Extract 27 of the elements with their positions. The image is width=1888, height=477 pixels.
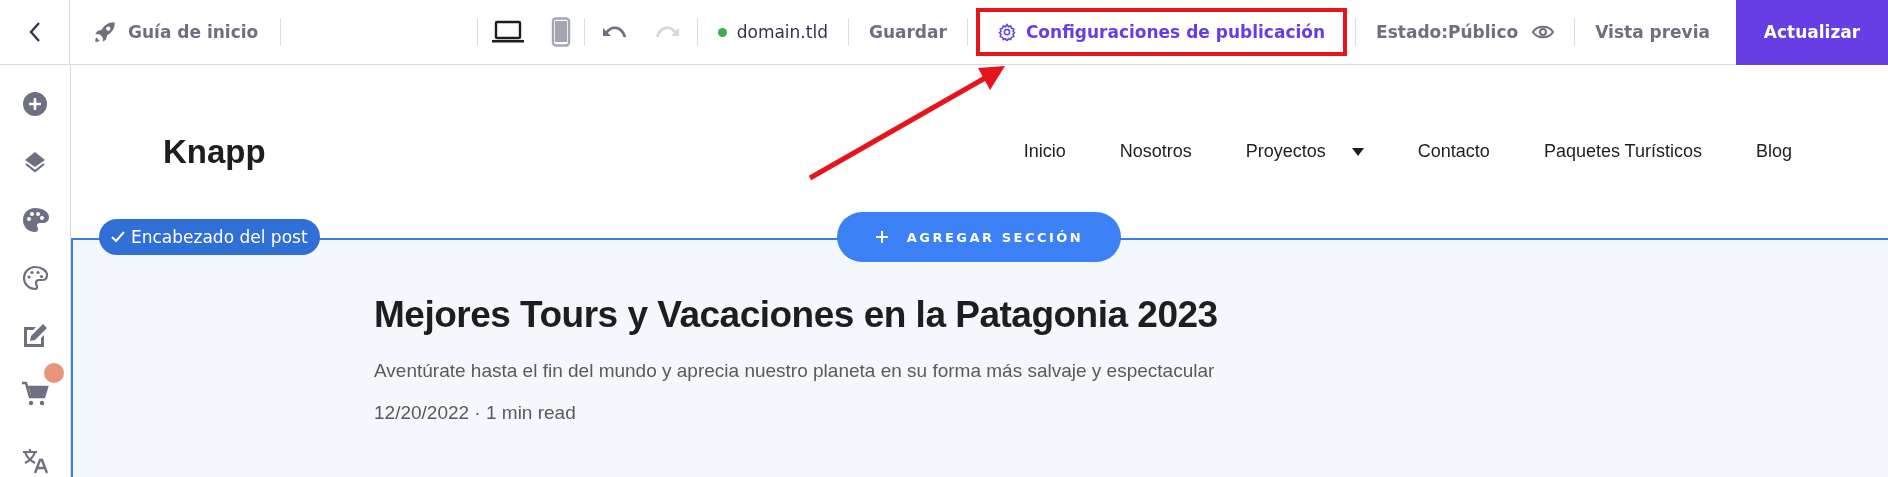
nav-link[interactable]: Inicio: [1023, 141, 1066, 162]
settings-icon: [997, 23, 1016, 41]
guide-button[interactable]: Guía de inicio: [70, 19, 281, 45]
phone-icon: [550, 17, 571, 47]
nav-link[interactable]: Nosotros: [1119, 141, 1192, 162]
publish-settings-button[interactable]: Configuraciones de publicación: [975, 8, 1348, 56]
post-meta: 12/20/2022 · 1 min read: [374, 402, 577, 424]
back-icon: [27, 21, 42, 43]
visibility-status-button[interactable]: Estado:Público: [1356, 12, 1575, 52]
check-icon: [111, 231, 125, 243]
domain-name: domain.tld: [736, 22, 828, 42]
nav-link[interactable]: Paquetes Turísticos: [1543, 141, 1702, 162]
post-subtitle: Aventúrate hasta el fin del mundo y aprecia nuestro planeta en su forma más salvaje y espectacular: [374, 360, 1216, 382]
section-label: Encabezado del post: [99, 219, 320, 255]
update-button[interactable]: Actualizar: [1736, 0, 1888, 65]
rocket-icon: [92, 19, 118, 45]
preview-button[interactable]: Vista previa: [1575, 12, 1730, 52]
laptop-icon: [490, 19, 525, 45]
eye-icon: [1532, 24, 1555, 40]
nav-link[interactable]: Contacto: [1417, 141, 1490, 162]
add-section-button[interactable]: AGREGAR SECCIÓN: [837, 212, 1121, 262]
site-logo[interactable]: Knapp: [163, 132, 266, 171]
nav-link[interactable]: Proyectos: [1245, 141, 1364, 162]
nav-link[interactable]: Blog: [1755, 141, 1792, 162]
post-title: Mejores Tours y Vacaciones en la Patagonia 2023: [374, 294, 1219, 336]
plus-icon: [874, 230, 889, 244]
save-button[interactable]: Guardar: [848, 12, 967, 52]
